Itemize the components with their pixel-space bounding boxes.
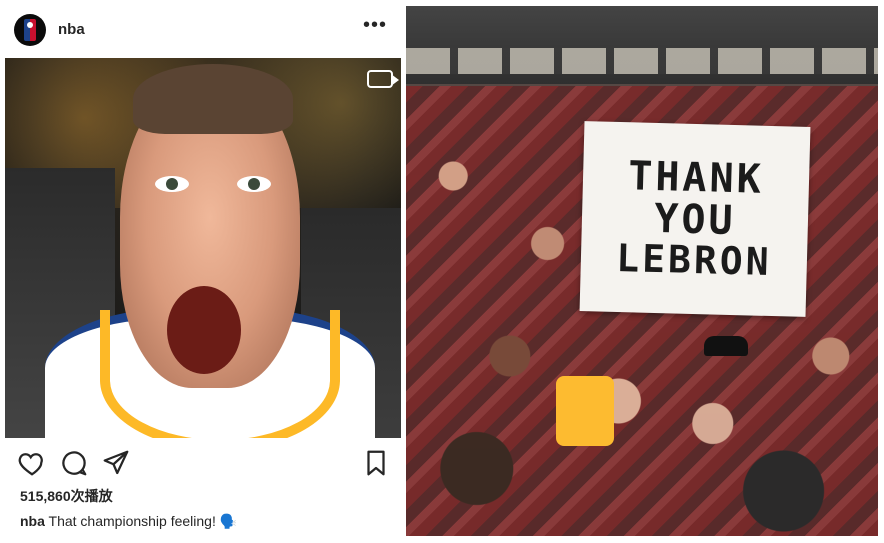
post-caption: nba That championship feeling! 🗣️ <box>20 513 237 530</box>
action-bar <box>0 440 403 484</box>
player-eye-left <box>155 176 189 192</box>
video-icon <box>367 70 399 88</box>
share-icon[interactable] <box>101 448 131 478</box>
player-mouth <box>167 286 241 374</box>
post-header: nba ••• <box>0 0 403 58</box>
avatar[interactable] <box>14 14 46 46</box>
instagram-post: nba ••• 515,860次播放 nba That championship… <box>0 0 403 543</box>
player-hair <box>133 64 293 134</box>
fan-jersey <box>556 376 614 446</box>
nba-logo <box>24 19 36 41</box>
username[interactable]: nba <box>58 21 85 38</box>
heart-icon[interactable] <box>17 448 47 478</box>
crowd-photo: THANK YOU LEBRON <box>406 6 878 536</box>
thank-you-sign: THANK YOU LEBRON <box>579 121 811 317</box>
comment-icon[interactable] <box>59 448 89 478</box>
post-video[interactable] <box>5 58 401 438</box>
caption-text: That championship feeling! 🗣️ <box>48 513 238 529</box>
caption-username[interactable]: nba <box>20 513 45 529</box>
sign-line-3: LEBRON <box>615 236 773 285</box>
more-icon[interactable]: ••• <box>363 14 387 37</box>
fan-cap <box>704 336 748 356</box>
bookmark-icon[interactable] <box>361 448 391 478</box>
player-eye-right <box>237 176 271 192</box>
view-count: 515,860次播放 <box>20 488 113 504</box>
sign-line-1: THANK <box>627 153 765 203</box>
building-windows <box>406 48 878 74</box>
sign-line-2: YOU <box>653 195 737 245</box>
